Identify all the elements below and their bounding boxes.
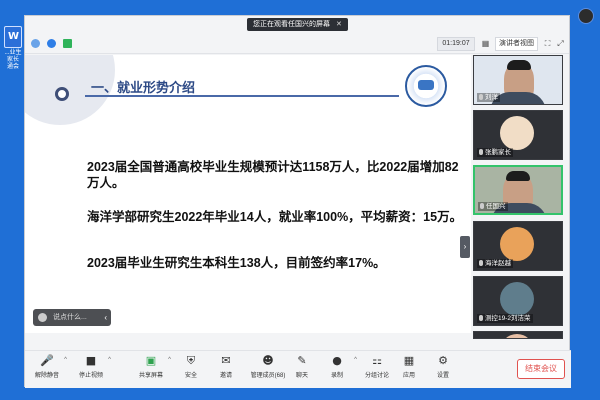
expand-icon[interactable]: ⤢ <box>555 38 566 49</box>
record-icon: ● <box>332 354 342 367</box>
chat-icon: ✎ <box>297 354 307 367</box>
shield-icon: ⛨ <box>186 354 196 367</box>
participant-tile[interactable]: 张鹏家长 <box>473 110 563 160</box>
university-seal-icon <box>405 65 447 107</box>
participant-list: 刘洋 张鹏家长 任国兴 海洋赵越 测控19-2刘洁荣 <box>473 55 565 339</box>
slide-paragraph: 海洋学部研究生2022年毕业14人，就业率100%，平均薪资：15万。 <box>87 210 463 224</box>
end-meeting-button[interactable]: 结束会议 <box>517 359 565 379</box>
emoji-icon[interactable] <box>38 313 47 322</box>
record-button[interactable]: ● 录制 ^ <box>317 353 357 387</box>
breakout-icon: ⚏ <box>372 354 382 367</box>
mic-icon <box>479 149 483 155</box>
apps-icon: ▦ <box>403 354 415 367</box>
participant-tile[interactable] <box>473 331 563 339</box>
user-avatar[interactable] <box>578 8 594 24</box>
speaker-view-button[interactable]: 演讲者视图 <box>495 37 538 51</box>
meeting-window: 您正在观看任国兴的屏幕 ✕ 01:19:07 ▦ 演讲者视图 ⛶ ⤢ 一、就业形势… <box>24 15 571 388</box>
security-button[interactable]: ⛨ 安全 <box>171 353 211 387</box>
stop-video-button[interactable]: ■ 停止视频 ^ <box>71 353 111 387</box>
screen-share-banner: 您正在观看任国兴的屏幕 ✕ <box>247 18 348 31</box>
meeting-timer: 01:19:07 <box>437 37 475 51</box>
participant-tile-active-speaker[interactable]: 任国兴 <box>473 165 563 215</box>
meeting-toolbar: 🎤 解除静音 ^ ■ 停止视频 ^ ▣ 共享屏幕 ^ ⛨ 安全 ✉ 邀请 ☻ 管… <box>25 350 571 388</box>
comment-input[interactable]: 说点什么... ‹ <box>33 309 111 326</box>
mic-off-icon: 🎤 <box>40 354 54 367</box>
title-bar: 您正在观看任国兴的屏幕 ✕ <box>25 16 569 34</box>
title-underline <box>85 95 399 97</box>
avatar <box>500 282 534 316</box>
gear-icon: ⚙ <box>438 354 448 367</box>
invite-icon: ✉ <box>221 354 231 367</box>
settings-button[interactable]: ⚙ 设置 <box>423 353 463 387</box>
desktop-file-icon[interactable]: ...业生家长 通会 <box>2 26 24 71</box>
mic-icon <box>479 315 483 321</box>
avatar <box>500 116 534 150</box>
avatar <box>500 227 534 261</box>
participant-tile[interactable]: 刘洋 <box>473 55 563 105</box>
participant-tile[interactable]: 海洋赵越 <box>473 221 563 271</box>
chevron-up-icon[interactable]: ^ <box>108 357 111 363</box>
desktop-file-label: ...业生家长 通会 <box>4 50 22 70</box>
share-screen-button[interactable]: ▣ 共享屏幕 ^ <box>131 353 171 387</box>
signal-icon[interactable] <box>63 39 72 48</box>
unmute-button[interactable]: 🎤 解除静音 ^ <box>27 353 67 387</box>
shield-icon[interactable] <box>47 39 56 48</box>
invite-button[interactable]: ✉ 邀请 <box>206 353 246 387</box>
slide-title: 一、就业形势介绍 <box>91 80 196 95</box>
shared-slide: 一、就业形势介绍 2023届全国普通高校毕业生规模预计达1158万人，比2022… <box>25 55 471 333</box>
chevron-up-icon[interactable]: ^ <box>64 357 67 363</box>
chat-button[interactable]: ✎ 聊天 <box>282 353 322 387</box>
slide-paragraph: 2023届毕业生研究生本科生138人，目前签约率17%。 <box>87 256 386 270</box>
word-doc-icon <box>4 26 22 48</box>
participant-tile[interactable]: 测控19-2刘洁荣 <box>473 276 563 326</box>
chevron-left-icon[interactable]: ‹ <box>104 309 107 326</box>
close-icon[interactable]: ✕ <box>336 21 342 28</box>
grid-icon[interactable]: ▦ <box>480 38 491 49</box>
mic-icon <box>479 94 483 100</box>
mic-icon <box>479 260 483 266</box>
avatar <box>500 334 534 338</box>
camera-icon: ■ <box>85 354 97 367</box>
collapse-panel-button[interactable]: › <box>460 236 470 258</box>
slide-paragraph: 2023届全国普通高校毕业生规模预计达1158万人，比2022届增加82万人。 <box>87 160 459 190</box>
info-icon[interactable] <box>31 39 40 48</box>
fullscreen-icon[interactable]: ⛶ <box>542 38 553 49</box>
participants-icon: ☻ <box>262 354 274 367</box>
mic-icon <box>480 203 484 209</box>
top-toolbar: 01:19:07 ▦ 演讲者视图 ⛶ ⤢ <box>25 34 569 54</box>
share-screen-icon: ▣ <box>145 354 157 367</box>
slide-decoration-ring <box>55 87 69 101</box>
